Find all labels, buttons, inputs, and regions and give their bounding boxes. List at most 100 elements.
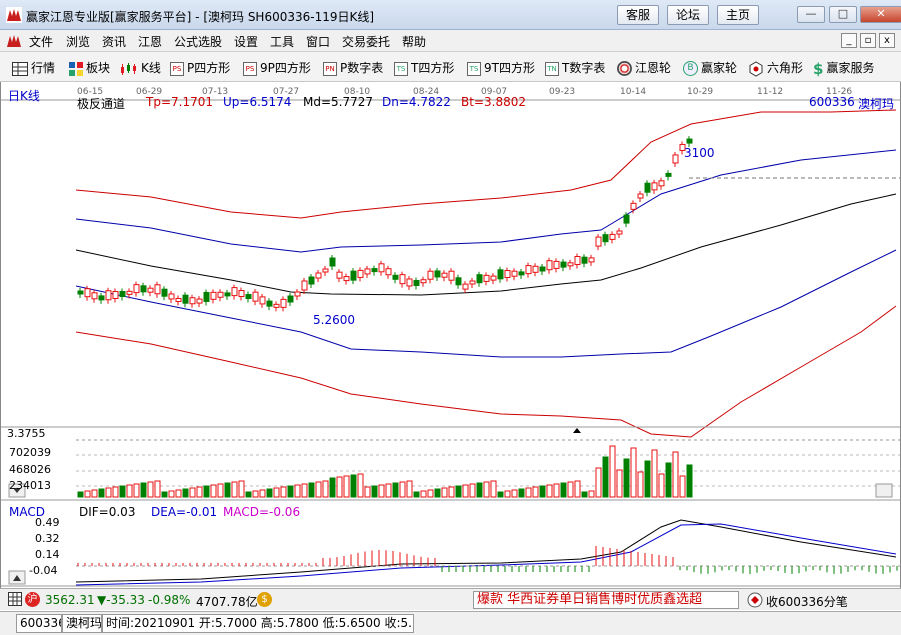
volume-bar bbox=[196, 486, 203, 498]
menu-trade[interactable]: 交易委托 bbox=[342, 33, 390, 50]
candle bbox=[266, 300, 273, 307]
volume-area[interactable] bbox=[1, 426, 900, 585]
minimize-icon: _ bbox=[846, 35, 852, 46]
candle bbox=[504, 270, 511, 278]
candle bbox=[483, 274, 490, 282]
macd-area[interactable] bbox=[1, 499, 900, 587]
menu-window[interactable]: 窗口 bbox=[306, 33, 330, 50]
volume-bar bbox=[119, 485, 126, 498]
close-button[interactable]: ✕ bbox=[860, 6, 901, 23]
homepage-button[interactable]: 主页 bbox=[717, 5, 760, 25]
kline-icon bbox=[121, 62, 136, 75]
forum-button[interactable]: 论坛 bbox=[667, 5, 710, 25]
period-label: 日K线 bbox=[8, 89, 40, 103]
p-number-icon: PN bbox=[323, 61, 337, 76]
volume-bar bbox=[322, 480, 329, 498]
candle bbox=[350, 270, 357, 281]
indicator-up: Up=6.5174 bbox=[223, 95, 292, 109]
candle bbox=[546, 260, 553, 271]
calculator-icon[interactable] bbox=[8, 592, 22, 606]
toolbar-9p-square-button[interactable]: PS 9P四方形 bbox=[243, 59, 311, 76]
grid-icon bbox=[12, 61, 28, 76]
toolbar-kline-button[interactable]: K线 bbox=[120, 59, 161, 76]
mdi-minimize-button[interactable]: _ bbox=[841, 33, 857, 48]
9t-square-icon: TS bbox=[467, 61, 481, 76]
toolbar-p-number-button[interactable]: PN P数字表 bbox=[323, 59, 383, 76]
menu-settings[interactable]: 设置 bbox=[234, 33, 258, 50]
candle bbox=[392, 274, 399, 280]
menu-gann[interactable]: 江恩 bbox=[138, 33, 162, 50]
hexagon-icon bbox=[749, 60, 763, 77]
index-value: 3562.31 bbox=[45, 593, 95, 607]
title-bar: 赢家江恩专业版[赢家服务平台] - [澳柯玛 SH600336-119日K线] … bbox=[0, 0, 901, 30]
candle bbox=[182, 294, 189, 304]
volume-bar bbox=[413, 491, 420, 498]
chart-panel[interactable]: 06-15 06-29 07-13 07-27 08-10 08-24 09-07 09-23… bbox=[0, 82, 901, 588]
volume-bar bbox=[364, 486, 371, 498]
macd-dif-line bbox=[75, 519, 897, 583]
kline-chart[interactable]: 06-15 06-29 07-13 07-27 08-10 08-24 09-07 09-23… bbox=[1, 82, 900, 588]
candle bbox=[455, 277, 462, 286]
volume-bar bbox=[98, 488, 105, 498]
toolbar-gann-wheel-button[interactable]: 江恩轮 bbox=[617, 59, 671, 76]
menu-file[interactable]: 文件 bbox=[29, 33, 53, 50]
shanghai-index-icon[interactable]: 沪 bbox=[25, 592, 40, 607]
toolbar-sector-button[interactable]: 板块 bbox=[69, 59, 110, 76]
volume-bar bbox=[154, 480, 161, 498]
toolbar-hexagon-button[interactable]: 六角形 bbox=[748, 59, 803, 77]
volume-bar bbox=[448, 486, 455, 498]
network-icon[interactable] bbox=[747, 592, 763, 608]
mdi-close-button[interactable]: x bbox=[879, 33, 895, 48]
volume-bar bbox=[546, 484, 553, 498]
toolbar-winner-service-button[interactable]: $ 赢家服务 bbox=[813, 59, 874, 78]
volume-bar bbox=[490, 480, 497, 498]
menu-tools[interactable]: 工具 bbox=[270, 33, 294, 50]
volume-bar bbox=[259, 489, 266, 498]
menu-news[interactable]: 资讯 bbox=[102, 33, 126, 50]
mdi-restore-button[interactable]: ▫ bbox=[860, 33, 876, 48]
toolbar-t-number-button[interactable]: TN T数字表 bbox=[545, 59, 605, 76]
volume-bar bbox=[399, 481, 406, 498]
volume-bar bbox=[133, 483, 140, 498]
candle bbox=[658, 180, 665, 187]
menu-browse[interactable]: 浏览 bbox=[66, 33, 90, 50]
customer-service-button[interactable]: 客服 bbox=[617, 5, 660, 25]
toolbar-t-square-button[interactable]: TS T四方形 bbox=[394, 59, 454, 76]
volume-bar bbox=[616, 469, 623, 498]
maximize-button[interactable]: □ bbox=[829, 6, 857, 23]
menu-help[interactable]: 帮助 bbox=[402, 33, 426, 50]
stock-name-box[interactable]: 澳柯玛 bbox=[62, 614, 102, 633]
toolbar-9t-square-button[interactable]: TS 9T四方形 bbox=[467, 59, 535, 76]
volume-bar bbox=[686, 464, 693, 498]
tick-data-label[interactable]: 收600336分笔 bbox=[766, 593, 848, 610]
candle bbox=[441, 272, 448, 278]
toolbar-p-square-button[interactable]: PS P四方形 bbox=[170, 59, 230, 76]
candle bbox=[637, 193, 644, 199]
candle bbox=[231, 287, 238, 297]
candle bbox=[301, 280, 308, 291]
candle bbox=[161, 288, 168, 297]
coin-icon[interactable]: $ bbox=[257, 592, 272, 607]
volume-bar bbox=[595, 467, 602, 498]
volume-bar bbox=[91, 489, 98, 498]
app-menu-icon[interactable] bbox=[6, 33, 22, 49]
toolbar-quote-button[interactable]: 行情 bbox=[12, 59, 55, 76]
minimize-button[interactable]: — bbox=[797, 6, 825, 23]
volume-bar bbox=[266, 488, 273, 498]
toolbar-winner-wheel-button[interactable]: B 赢家轮 bbox=[683, 59, 737, 76]
menu-formula[interactable]: 公式选股 bbox=[174, 33, 222, 50]
stock-code-box[interactable]: 600336 bbox=[16, 614, 62, 633]
candle bbox=[434, 270, 441, 278]
candle bbox=[406, 278, 413, 287]
candle bbox=[497, 269, 504, 280]
news-ticker[interactable]: 爆款 华西证券单日销售博时优质鑫选超 bbox=[473, 591, 739, 609]
9p-square-icon: PS bbox=[243, 61, 257, 76]
volume-bar bbox=[189, 487, 196, 498]
candle bbox=[252, 291, 259, 302]
volume-bar bbox=[553, 483, 560, 498]
candle bbox=[518, 271, 525, 276]
volume-bar bbox=[315, 481, 322, 498]
high-price-label: 3100 bbox=[684, 146, 715, 160]
app-logo-icon bbox=[6, 7, 22, 23]
volume-bar bbox=[112, 486, 119, 498]
